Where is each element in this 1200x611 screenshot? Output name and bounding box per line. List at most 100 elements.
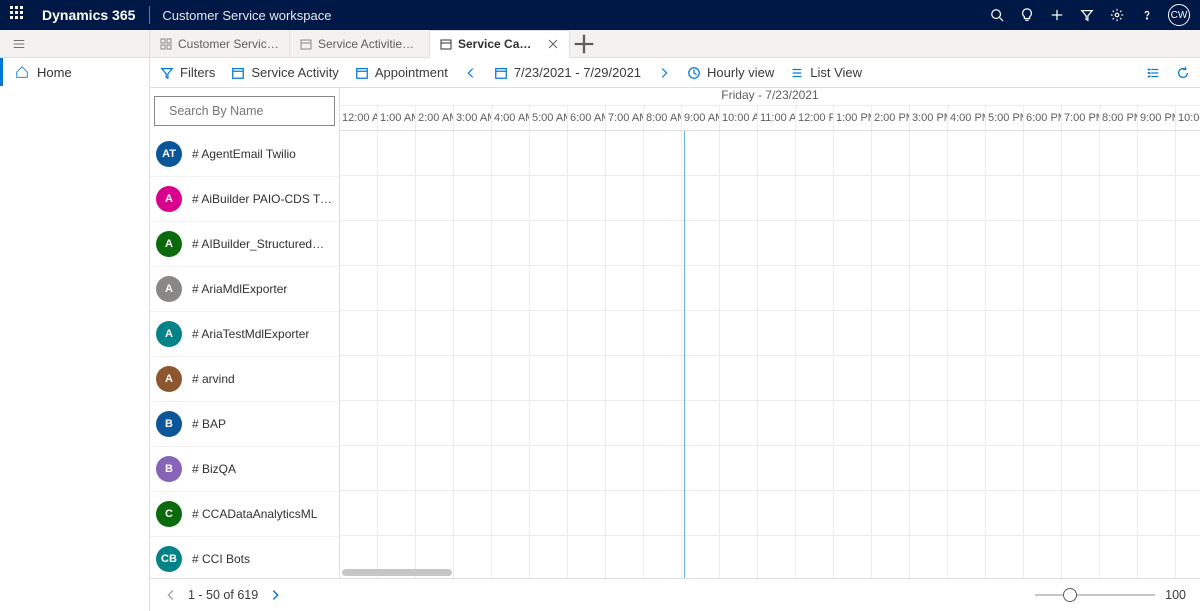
hour-label: 12:00 PM xyxy=(796,106,834,130)
resource-row[interactable]: B # BizQA xyxy=(150,447,339,492)
hour-label: 6:00 AM xyxy=(568,106,606,130)
lightbulb-icon[interactable] xyxy=(1012,0,1042,30)
grid-icon xyxy=(160,38,172,50)
sidebar-item-home[interactable]: Home xyxy=(0,58,149,86)
search-icon[interactable] xyxy=(982,0,1012,30)
legend-button[interactable] xyxy=(1146,66,1160,80)
tab-service-calendar[interactable]: Service Calendar xyxy=(430,30,570,58)
resource-avatar: A xyxy=(156,231,182,257)
hour-label: 5:00 PM xyxy=(986,106,1024,130)
resource-avatar: A xyxy=(156,321,182,347)
hourly-view-button[interactable]: Hourly view xyxy=(687,65,774,80)
hour-label: 9:00 PM xyxy=(1138,106,1176,130)
hour-label: 2:00 AM xyxy=(416,106,454,130)
page-prev-icon[interactable] xyxy=(164,588,178,602)
hour-label: 5:00 AM xyxy=(530,106,568,130)
date-range-label: 7/23/2021 - 7/29/2021 xyxy=(514,65,641,80)
close-icon[interactable] xyxy=(547,38,559,50)
calendar-day-header: Friday - 7/23/2021 xyxy=(340,88,1200,106)
home-icon xyxy=(15,65,29,79)
hour-label: 4:00 AM xyxy=(492,106,530,130)
resource-label: # AiBuilder PAIO-CDS Tip NonPr xyxy=(192,192,333,206)
paging-label: 1 - 50 of 619 xyxy=(188,588,258,602)
calendar-row[interactable] xyxy=(340,446,1200,491)
search-input[interactable] xyxy=(169,104,330,118)
tab-label: Service Activities M... xyxy=(318,37,419,51)
sitemap-toggle[interactable] xyxy=(0,30,149,58)
resource-label: # CCI Bots xyxy=(192,552,250,566)
resource-avatar: A xyxy=(156,186,182,212)
hour-label: 2:00 PM xyxy=(872,106,910,130)
resource-row[interactable]: AT# AgentEmail Twilio xyxy=(150,132,339,177)
hour-label: 4:00 PM xyxy=(948,106,986,130)
resource-label: # BAP xyxy=(192,417,226,431)
tab-service-activities[interactable]: Service Activities M... xyxy=(290,30,430,57)
calendar-time-header: 12:00 AM1:00 AM2:00 AM3:00 AM4:00 AM5:00… xyxy=(340,106,1200,131)
prev-week-button[interactable] xyxy=(464,66,478,80)
calendar-row[interactable] xyxy=(340,266,1200,311)
service-activity-button[interactable]: Service Activity xyxy=(231,65,338,80)
app-launcher-icon[interactable] xyxy=(10,6,28,24)
label: Appointment xyxy=(375,65,448,80)
resource-label: # AriaMdlExporter xyxy=(192,282,287,296)
tabstrip: Customer Service A... Service Activities… xyxy=(150,30,1200,58)
next-week-button[interactable] xyxy=(657,66,671,80)
resource-row[interactable]: B # BAP xyxy=(150,402,339,447)
tab-label: Service Calendar xyxy=(458,37,533,51)
settings-icon[interactable] xyxy=(1102,0,1132,30)
page-next-icon[interactable] xyxy=(268,588,282,602)
resource-row[interactable]: A # AIBuilder_StructuredML_PrePr xyxy=(150,222,339,267)
resource-avatar: CB xyxy=(156,546,182,572)
resource-label: # CCADataAnalyticsML xyxy=(192,507,317,521)
divider xyxy=(149,6,150,24)
refresh-button[interactable] xyxy=(1176,66,1190,80)
resource-avatar: B xyxy=(156,411,182,437)
hour-label: 10:00 PM xyxy=(1176,106,1200,130)
resource-label: # AgentEmail Twilio xyxy=(192,147,296,161)
hour-label: 1:00 PM xyxy=(834,106,872,130)
plus-icon[interactable] xyxy=(1042,0,1072,30)
resource-search[interactable] xyxy=(154,96,335,126)
calendar-icon xyxy=(440,38,452,50)
resource-label: # AriaTestMdlExporter xyxy=(192,327,309,341)
resource-label: # BizQA xyxy=(192,462,236,476)
calendar-row[interactable] xyxy=(340,401,1200,446)
hour-label: 8:00 PM xyxy=(1100,106,1138,130)
appointment-button[interactable]: Appointment xyxy=(355,65,448,80)
resource-row[interactable]: A# arvind xyxy=(150,357,339,402)
calendar-row[interactable] xyxy=(340,221,1200,266)
current-time-indicator xyxy=(684,131,685,578)
label: Hourly view xyxy=(707,65,774,80)
hour-label: 6:00 PM xyxy=(1024,106,1062,130)
resource-row[interactable]: C# CCADataAnalyticsML xyxy=(150,492,339,537)
label: List View xyxy=(810,65,862,80)
date-range-picker[interactable]: 7/23/2021 - 7/29/2021 xyxy=(494,65,641,80)
calendar-row[interactable] xyxy=(340,311,1200,356)
horizontal-scrollbar[interactable] xyxy=(340,569,1200,576)
workspace-label: Customer Service workspace xyxy=(162,8,331,23)
resource-row[interactable]: A# AriaMdlExporter xyxy=(150,267,339,312)
help-icon[interactable] xyxy=(1132,0,1162,30)
hour-label: 3:00 PM xyxy=(910,106,948,130)
home-label: Home xyxy=(37,65,72,80)
calendar-row[interactable] xyxy=(340,356,1200,401)
resource-label: # AIBuilder_StructuredML_PrePr xyxy=(192,237,333,251)
user-avatar[interactable]: CW xyxy=(1168,4,1190,26)
calendar-row[interactable] xyxy=(340,491,1200,536)
resource-row[interactable]: A # AiBuilder PAIO-CDS Tip NonPr xyxy=(150,177,339,222)
filter-icon[interactable] xyxy=(1072,0,1102,30)
label: Service Activity xyxy=(251,65,338,80)
resource-avatar: B xyxy=(156,456,182,482)
zoom-value: 100 xyxy=(1165,588,1186,602)
resource-row[interactable]: CB # CCI Bots xyxy=(150,537,339,578)
calendar-row[interactable] xyxy=(340,176,1200,221)
new-tab-button[interactable] xyxy=(570,30,598,57)
hour-label: 7:00 AM xyxy=(606,106,644,130)
tab-customer-service[interactable]: Customer Service A... xyxy=(150,30,290,57)
hour-label: 8:00 AM xyxy=(644,106,682,130)
list-view-button[interactable]: List View xyxy=(790,65,862,80)
filters-button[interactable]: Filters xyxy=(160,65,215,80)
calendar-row[interactable] xyxy=(340,131,1200,176)
zoom-slider[interactable] xyxy=(1035,594,1155,596)
resource-row[interactable]: A # AriaTestMdlExporter xyxy=(150,312,339,357)
